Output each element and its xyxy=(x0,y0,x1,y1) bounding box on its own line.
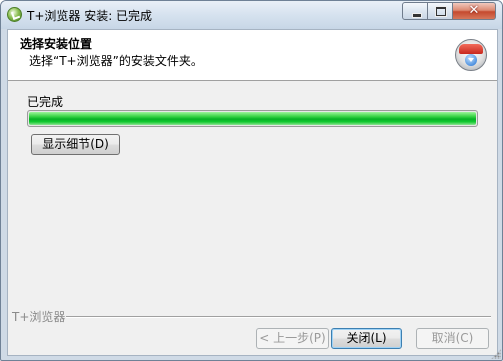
branding-text: T+浏览器 xyxy=(12,310,66,324)
installer-disk-icon xyxy=(455,39,487,71)
progress-bar xyxy=(27,110,478,127)
installer-window: T+浏览器 安装: 已完成 ✕ 选择安装位置 选择“T+浏览器”的安装文件夹。 … xyxy=(0,0,503,361)
page-subtitle: 选择“T+浏览器”的安装文件夹。 xyxy=(29,54,203,68)
minimize-icon[interactable] xyxy=(402,2,428,20)
maximize-icon[interactable] xyxy=(427,2,453,20)
title-bar[interactable]: T+浏览器 安装: 已完成 ✕ xyxy=(1,1,502,29)
window-title: T+浏览器 安装: 已完成 xyxy=(27,9,153,23)
close-button[interactable]: 关闭(L) xyxy=(331,328,402,349)
caption-buttons: ✕ xyxy=(402,2,496,21)
progress-fill xyxy=(29,112,476,125)
back-button[interactable]: < 上一步(P) xyxy=(256,328,329,349)
page-header: 选择安装位置 选择“T+浏览器”的安装文件夹。 xyxy=(8,30,497,81)
close-window-button[interactable]: ✕ xyxy=(452,2,496,20)
branding-divider xyxy=(66,316,491,318)
close-icon: ✕ xyxy=(468,3,480,18)
installer-disk-band xyxy=(459,44,483,54)
download-arrow-icon xyxy=(465,54,477,66)
app-icon xyxy=(7,7,22,22)
installer-client-area: 选择安装位置 选择“T+浏览器”的安装文件夹。 已完成 显示细节(D) T+浏览… xyxy=(7,29,498,356)
cancel-button[interactable]: 取消(C) xyxy=(416,328,489,349)
show-details-button[interactable]: 显示细节(D) xyxy=(31,134,120,155)
page-title: 选择安装位置 xyxy=(20,37,93,51)
status-label: 已完成 xyxy=(27,95,64,109)
